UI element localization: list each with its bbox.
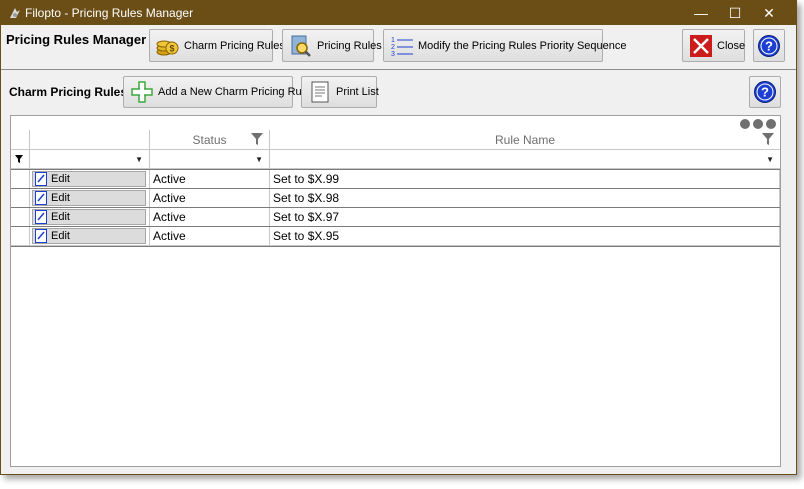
status-cell: Active <box>150 208 270 227</box>
action-cell: Edit <box>30 189 150 208</box>
rule-name-cell: Set to $X.97 <box>270 208 780 227</box>
status-cell: Active <box>150 189 270 208</box>
action-cell: Edit <box>30 227 150 246</box>
svg-text:1: 1 <box>391 37 395 44</box>
close-button[interactable]: Close <box>682 29 745 62</box>
dropdown-caret-icon: ▼ <box>766 155 774 164</box>
edit-icon <box>35 229 47 243</box>
coins-icon: $ <box>156 34 180 58</box>
window-title: Filopto - Pricing Rules Manager <box>25 6 194 20</box>
filter-icon[interactable] <box>251 133 263 145</box>
edit-label: Edit <box>51 211 70 223</box>
modify-priority-label: Modify the Pricing Rules Priority Sequen… <box>418 39 627 52</box>
numbered-list-icon: 1 2 3 <box>390 34 414 58</box>
filter-icon[interactable] <box>762 133 774 145</box>
table-row[interactable]: Edit Active Set to $X.99 <box>11 169 780 189</box>
filter-rule-name[interactable]: ▼ <box>270 150 780 169</box>
row-indicator <box>11 227 30 246</box>
status-cell: Active <box>150 227 270 246</box>
grid-filter-row: ▼ ▼ ▼ <box>11 150 780 169</box>
print-list-label: Print List <box>336 86 379 98</box>
edit-label: Edit <box>51 173 70 185</box>
edit-button[interactable]: Edit <box>32 228 146 244</box>
rule-name-cell: Set to $X.98 <box>270 189 780 208</box>
page-title: Pricing Rules Manager <box>6 32 147 47</box>
svg-text:2: 2 <box>391 44 395 51</box>
print-icon <box>308 80 332 104</box>
status-cell: Active <box>150 170 270 189</box>
filter-action[interactable]: ▼ <box>30 150 150 169</box>
svg-text:3: 3 <box>391 51 395 58</box>
column-header-action[interactable] <box>30 130 150 150</box>
add-rule-label: Add a New Charm Pricing Rule <box>158 86 311 98</box>
help-icon: ? <box>753 80 777 104</box>
close-x-icon <box>689 34 713 58</box>
table-row[interactable]: Edit Active Set to $X.97 <box>11 207 780 227</box>
table-row[interactable]: Edit Active Set to $X.98 <box>11 188 780 208</box>
pricing-rules-button[interactable]: Pricing Rules <box>282 29 382 62</box>
modify-priority-button[interactable]: 1 2 3 Modify the Pricing Rules Priority … <box>383 29 626 62</box>
row-indicator <box>11 208 30 227</box>
filter-icon <box>15 155 23 163</box>
dropdown-caret-icon: ▼ <box>255 155 263 164</box>
close-label: Close <box>717 39 746 52</box>
more-dots-icon[interactable] <box>740 119 776 129</box>
edit-button[interactable]: Edit <box>32 190 146 206</box>
rule-name-cell: Set to $X.95 <box>270 227 780 246</box>
help-icon: ? <box>757 34 781 58</box>
app-window: Filopto - Pricing Rules Manager — ☐ ✕ Pr… <box>0 0 797 475</box>
edit-label: Edit <box>51 192 70 204</box>
row-indicator <box>11 170 30 189</box>
filter-row-indicator <box>11 150 30 169</box>
edit-icon <box>35 172 47 186</box>
search-rules-icon <box>289 34 313 58</box>
action-cell: Edit <box>30 170 150 189</box>
charm-pricing-rules-label: Charm Pricing Rules <box>184 39 285 52</box>
add-rule-button[interactable]: Add a New Charm Pricing Rule <box>123 76 310 108</box>
dropdown-caret-icon: ▼ <box>135 155 143 164</box>
column-header-status[interactable]: Status <box>150 130 270 150</box>
minimize-button[interactable]: — <box>684 1 718 25</box>
column-header-status-label: Status <box>192 133 227 147</box>
help-button-top[interactable]: ? <box>753 29 785 62</box>
add-icon <box>130 80 154 104</box>
maximize-button[interactable]: ☐ <box>718 1 752 25</box>
column-header-rule-name[interactable]: Rule Name <box>270 130 780 150</box>
pricing-rules-label: Pricing Rules <box>317 39 382 52</box>
column-header-rule-name-label: Rule Name <box>494 133 556 147</box>
svg-text:?: ? <box>765 38 773 53</box>
edit-button[interactable]: Edit <box>32 171 146 187</box>
rules-grid: Status Rule Name ▼ ▼ ▼ Edit Active Set t… <box>10 115 781 467</box>
edit-icon <box>35 210 47 224</box>
edit-label: Edit <box>51 230 70 242</box>
grid-header-row: Status Rule Name <box>11 130 780 150</box>
row-indicator <box>11 189 30 208</box>
help-button-section[interactable]: ? <box>749 76 781 108</box>
title-bar: Filopto - Pricing Rules Manager — ☐ ✕ <box>1 1 796 25</box>
svg-text:$: $ <box>169 43 174 53</box>
edit-icon <box>35 191 47 205</box>
rule-name-cell: Set to $X.99 <box>270 170 780 189</box>
action-cell: Edit <box>30 208 150 227</box>
svg-text:?: ? <box>761 85 769 100</box>
toolbar-separator <box>1 69 796 70</box>
window-close-button[interactable]: ✕ <box>752 1 786 25</box>
filter-status[interactable]: ▼ <box>150 150 270 169</box>
row-indicator-header <box>11 130 30 150</box>
app-icon <box>10 8 20 18</box>
section-title: Charm Pricing Rules <box>9 85 128 99</box>
charm-pricing-rules-button[interactable]: $ Charm Pricing Rules <box>149 29 285 62</box>
edit-button[interactable]: Edit <box>32 209 146 225</box>
table-row[interactable]: Edit Active Set to $X.95 <box>11 226 780 247</box>
print-list-button[interactable]: Print List <box>301 76 379 108</box>
